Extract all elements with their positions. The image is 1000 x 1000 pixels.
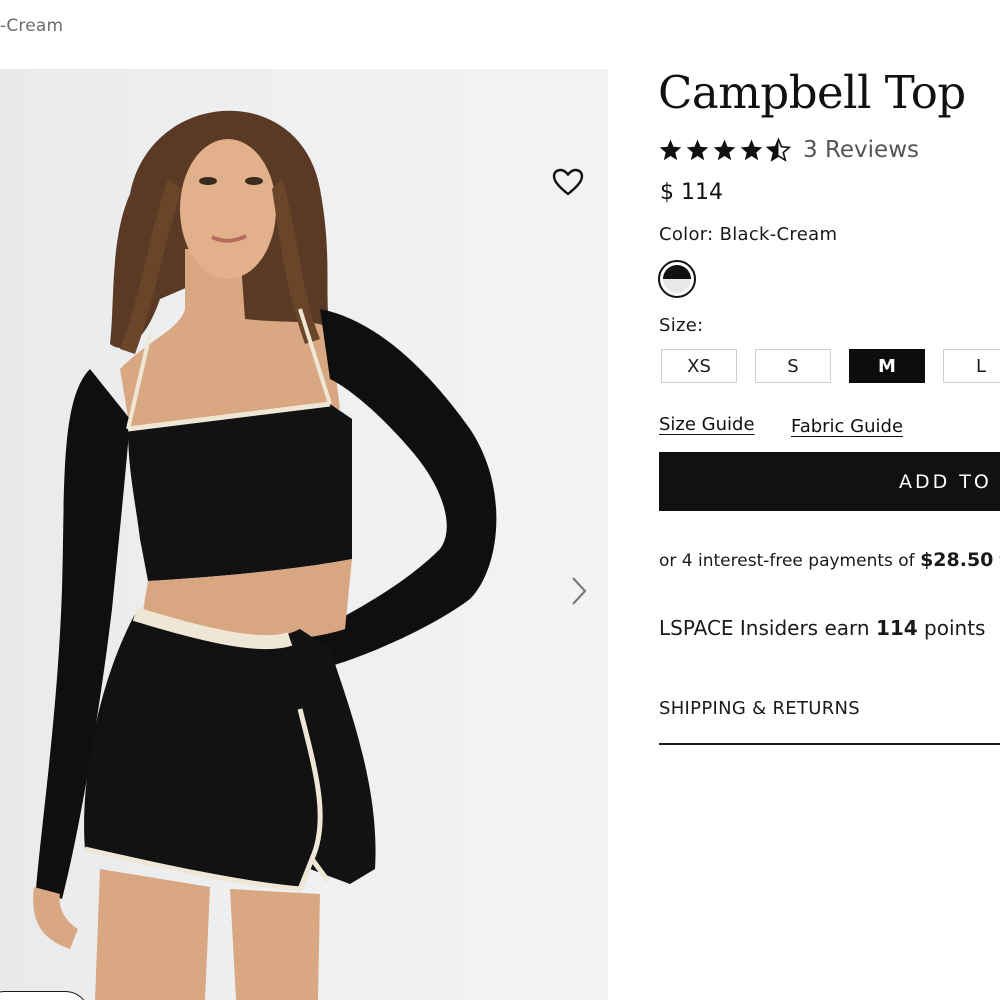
payments-amount: $28.50 [920, 549, 994, 571]
loyalty-prefix: LSPACE Insiders earn [659, 616, 870, 640]
size-option-s[interactable]: S [755, 349, 831, 383]
size-guide-link[interactable]: Size Guide [659, 414, 755, 435]
star-icon [686, 139, 709, 161]
add-to-bag-button[interactable]: ADD TO B [659, 452, 1000, 511]
product-image-gallery: lt ↓ [0, 69, 608, 1000]
size-label: Size: [659, 315, 704, 336]
installment-payments-text: or 4 interest-free payments of $28.50 v [659, 549, 1000, 571]
payments-prefix: or 4 interest-free payments of [659, 551, 915, 571]
loyalty-suffix: points [924, 616, 986, 640]
size-selector: XS S M L [661, 349, 1000, 383]
wishlist-heart-icon[interactable] [550, 165, 586, 199]
size-option-m[interactable]: M [849, 349, 925, 383]
color-swatch-black-cream[interactable] [658, 260, 696, 298]
loyalty-points-text: LSPACE Insiders earn 114 points [659, 616, 985, 640]
fabric-guide-link[interactable]: Fabric Guide [791, 416, 903, 437]
loyalty-points: 114 [875, 616, 918, 640]
product-photo [33, 110, 497, 1000]
size-option-l[interactable]: L [943, 349, 1000, 383]
product-rating[interactable]: 3 Reviews [658, 137, 919, 163]
product-title: Campbell Top [658, 66, 966, 119]
size-option-xs[interactable]: XS [661, 349, 737, 383]
breadcrumb[interactable]: -Cream [0, 16, 63, 36]
star-icon [713, 139, 736, 161]
reviews-link[interactable]: 3 Reviews [803, 137, 919, 163]
next-image-chevron-icon[interactable] [566, 574, 592, 608]
half-star-icon [766, 138, 791, 162]
star-icon [659, 139, 682, 161]
star-icon [740, 139, 763, 161]
product-price: $ 114 [660, 180, 723, 205]
guide-links: Size Guide Fabric Guide [659, 414, 903, 437]
shipping-returns-accordion[interactable]: SHIPPING & RETURNS [659, 698, 1000, 745]
color-label: Color: Black-Cream [659, 224, 838, 245]
rating-stars [658, 138, 791, 162]
